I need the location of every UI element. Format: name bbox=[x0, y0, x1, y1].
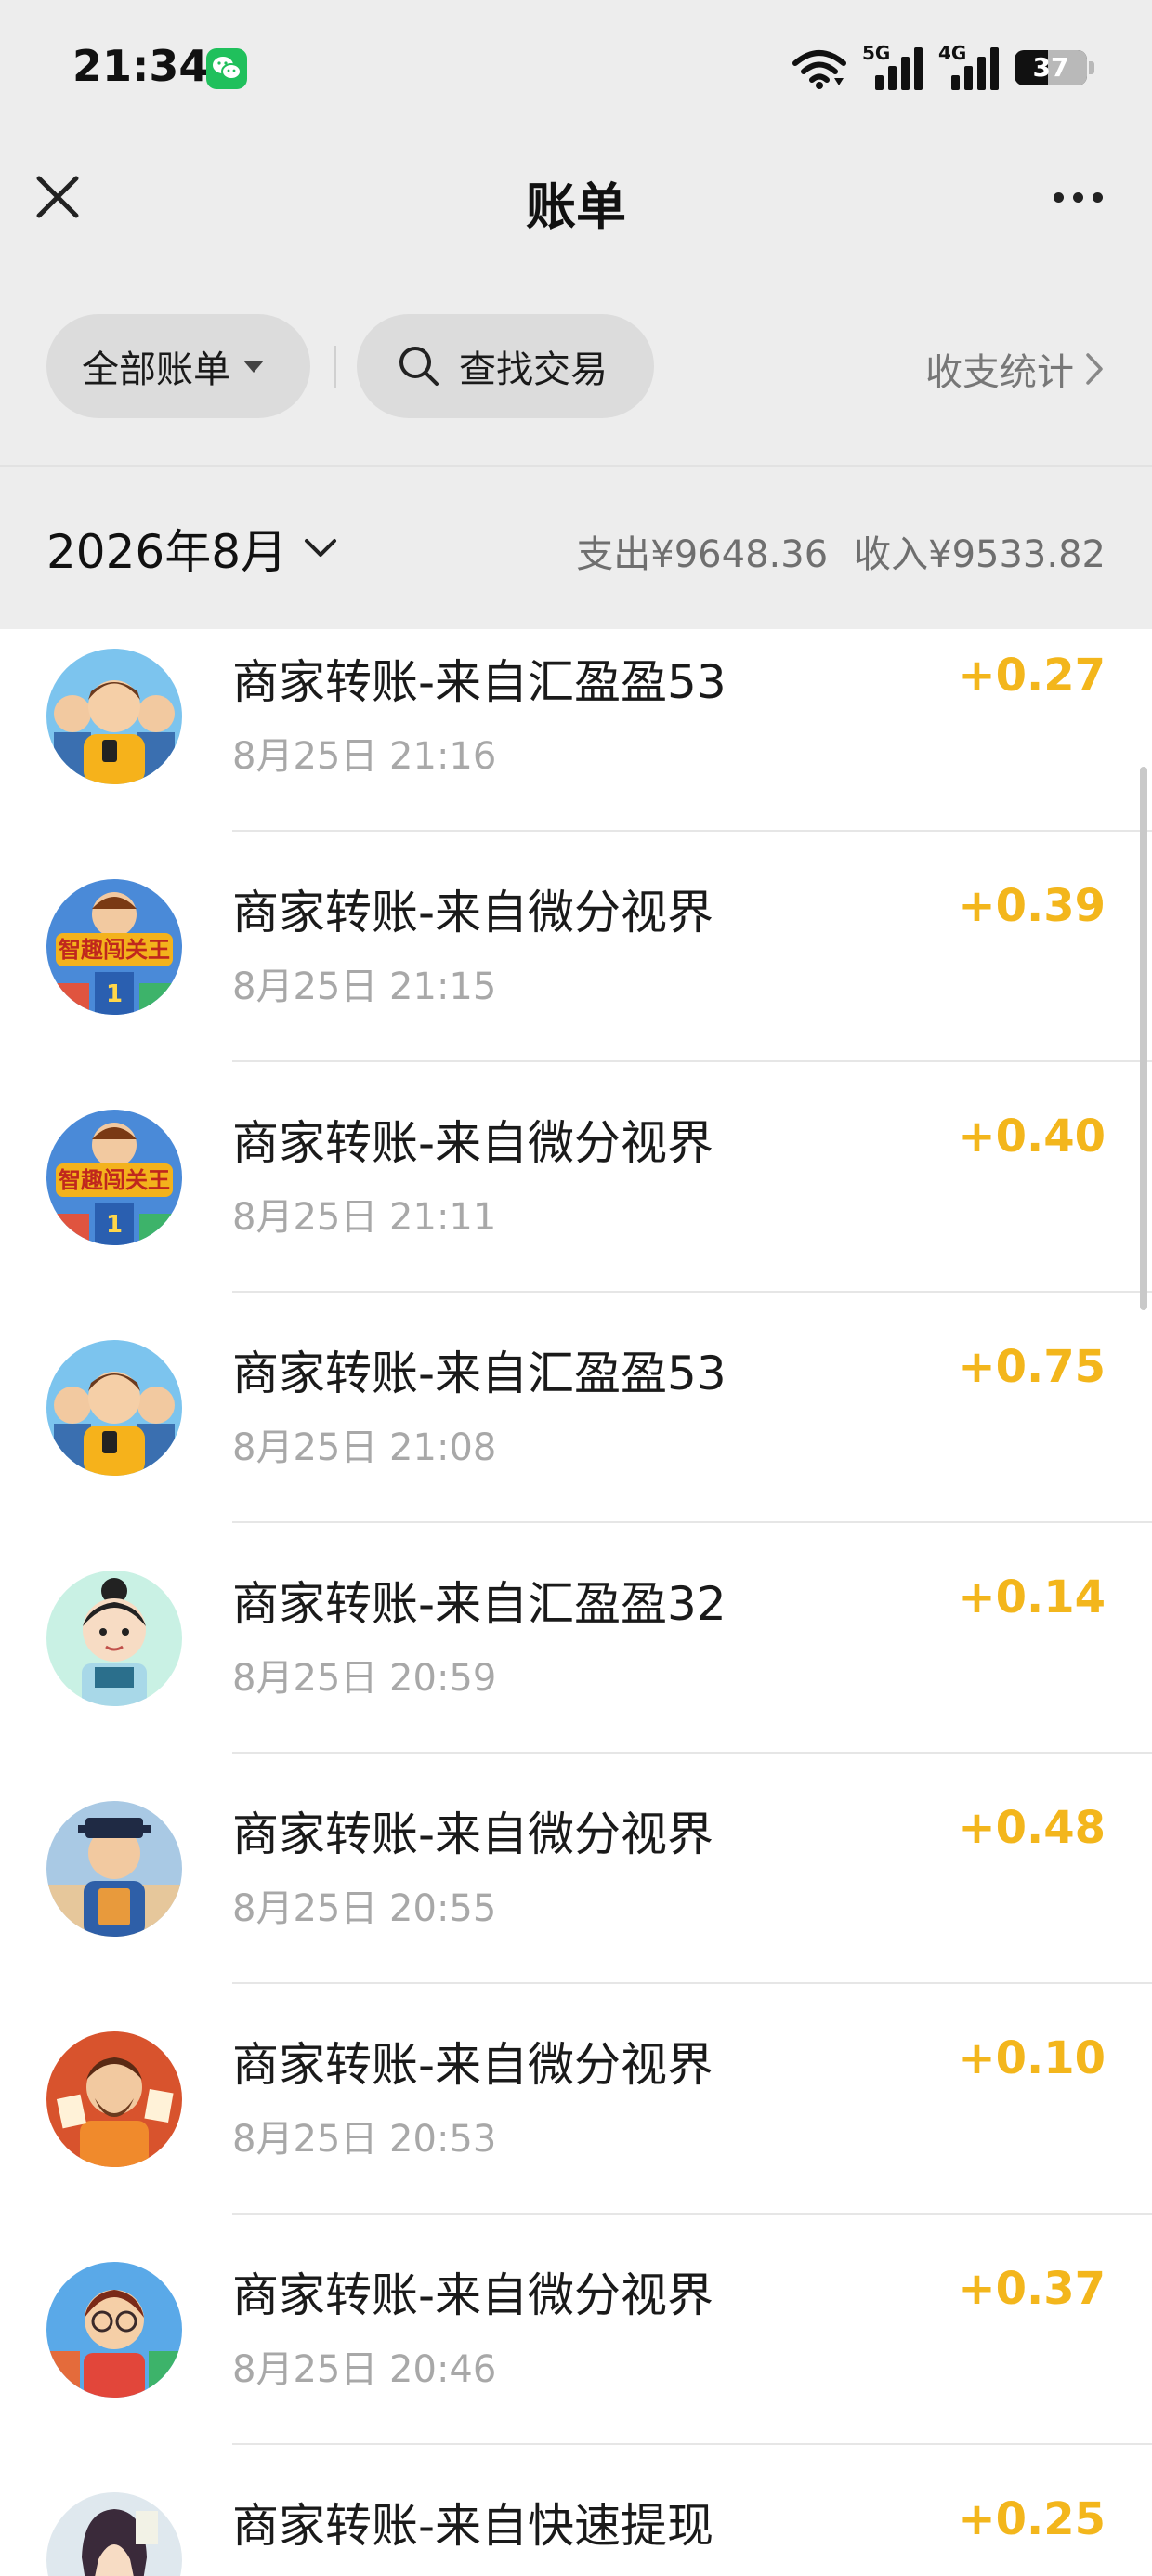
transaction-time: 8月25日 20:59 bbox=[232, 1657, 497, 1700]
transaction-time: 8月25日 20:46 bbox=[232, 2348, 497, 2391]
battery-icon: 37 bbox=[1015, 50, 1094, 85]
avatar-quiz-king: 智趣闯关王 1 bbox=[46, 1110, 182, 1245]
transaction-title: 商家转账-来自微分视界 bbox=[232, 2268, 714, 2322]
avatar-girl-glasses bbox=[46, 2262, 182, 2398]
search-transactions-button[interactable]: 查找交易 bbox=[357, 314, 654, 418]
transaction-amount: +0.48 bbox=[958, 1802, 1106, 1854]
status-bar: 21:34 5G 4G 37 bbox=[0, 0, 1152, 139]
month-totals: 支出¥9648.36 收入¥9533.82 bbox=[576, 524, 1106, 578]
chevron-down-icon bbox=[305, 539, 337, 557]
status-time: 21:34 bbox=[72, 41, 209, 91]
transaction-amount: +0.14 bbox=[958, 1571, 1106, 1623]
transaction-list[interactable]: 商家转账-来自汇盈盈53 8月25日 21:16 +0.27 智趣闯关王 1 商家… bbox=[0, 629, 1152, 2576]
avatar-lady-ancient bbox=[46, 2492, 182, 2576]
transaction-time: 8月25日 21:15 bbox=[232, 966, 497, 1008]
transaction-time: 8月25日 21:11 bbox=[232, 1196, 497, 1239]
transaction-title: 商家转账-来自微分视界 bbox=[232, 1116, 714, 1170]
caret-down-icon bbox=[243, 360, 264, 373]
transaction-amount: +0.37 bbox=[958, 2263, 1106, 2315]
month-label: 2026年8月 bbox=[46, 525, 288, 579]
more-button[interactable] bbox=[1041, 167, 1115, 227]
transaction-title: 商家转账-来自微分视界 bbox=[232, 2038, 714, 2092]
avatar-boys-phones bbox=[46, 649, 182, 784]
transaction-title: 商家转账-来自汇盈盈53 bbox=[232, 655, 727, 709]
transaction-time: 8月25日 21:08 bbox=[232, 1426, 497, 1469]
transaction-row[interactable]: 商家转账-来自微分视界 8月25日 20:55 +0.48 bbox=[0, 1754, 1152, 1984]
signal-4g-icon: 4G bbox=[938, 42, 1000, 90]
svg-text:智趣闯关王: 智趣闯关王 bbox=[59, 937, 170, 963]
transaction-title: 商家转账-来自快速提现 bbox=[232, 2499, 714, 2553]
month-summary-row: 2026年8月 支出¥9648.36 收入¥9533.82 bbox=[0, 465, 1152, 629]
svg-text:1: 1 bbox=[106, 1211, 123, 1239]
filter-row: 全部账单 查找交易 收支统计 bbox=[0, 260, 1152, 465]
transaction-title: 商家转账-来自汇盈盈53 bbox=[232, 1347, 727, 1400]
transaction-time: 8月25日 21:16 bbox=[232, 735, 497, 778]
scrollbar[interactable] bbox=[1140, 767, 1147, 1310]
transaction-row[interactable]: 商家转账-来自汇盈盈53 8月25日 21:16 +0.27 bbox=[0, 629, 1152, 832]
avatar-old-man-red bbox=[46, 2031, 182, 2167]
stats-label: 收支统计 bbox=[925, 351, 1074, 394]
transaction-amount: +0.25 bbox=[958, 2493, 1106, 2545]
nav-bar: 账单 bbox=[0, 139, 1152, 260]
transaction-title: 商家转账-来自汇盈盈32 bbox=[232, 1577, 727, 1631]
transaction-time: 8月25日 20:53 bbox=[232, 2118, 497, 2161]
all-bills-filter[interactable]: 全部账单 bbox=[46, 314, 310, 418]
transaction-row[interactable]: 商家转账-来自汇盈盈53 8月25日 21:08 +0.75 bbox=[0, 1293, 1152, 1523]
transaction-amount: +0.39 bbox=[958, 880, 1106, 932]
signal-5g-icon: 5G bbox=[862, 42, 923, 90]
search-icon bbox=[399, 347, 439, 386]
wechat-icon bbox=[206, 48, 247, 89]
divider bbox=[334, 346, 336, 388]
transaction-amount: +0.40 bbox=[958, 1111, 1106, 1163]
transaction-time: 8月25日 20:55 bbox=[232, 1887, 497, 1930]
transaction-time: 8月25日 20:41 bbox=[232, 2569, 496, 2576]
avatar-scholar bbox=[46, 1801, 182, 1937]
wifi-icon bbox=[792, 50, 846, 89]
avatar-girl-reading bbox=[46, 1571, 182, 1706]
transaction-row[interactable]: 商家转账-来自微分视界 8月25日 20:53 +0.10 bbox=[0, 1984, 1152, 2215]
income-total: 收入¥9533.82 bbox=[854, 533, 1106, 576]
status-icons: 5G 4G 37 bbox=[792, 42, 1094, 93]
search-label: 查找交易 bbox=[459, 348, 608, 391]
avatar-boys-phones bbox=[46, 1340, 182, 1476]
transaction-row[interactable]: 商家转账-来自汇盈盈32 8月25日 20:59 +0.14 bbox=[0, 1523, 1152, 1754]
page-title: 账单 bbox=[526, 177, 626, 236]
avatar-quiz-king: 智趣闯关王 1 bbox=[46, 879, 182, 1015]
stats-link[interactable]: 收支统计 bbox=[925, 342, 1104, 396]
month-picker[interactable]: 2026年8月 bbox=[46, 515, 337, 582]
chevron-right-icon bbox=[1086, 353, 1103, 385]
transaction-row[interactable]: 智趣闯关王 1 商家转账-来自微分视界 8月25日 21:11 +0.40 bbox=[0, 1062, 1152, 1293]
transaction-amount: +0.27 bbox=[958, 650, 1106, 702]
expense-total: 支出¥9648.36 bbox=[576, 533, 829, 576]
all-bills-label: 全部账单 bbox=[82, 348, 230, 391]
transaction-title: 商家转账-来自微分视界 bbox=[232, 1807, 714, 1861]
transaction-row[interactable]: 商家转账-来自快速提现 8月25日 20:41 +0.25 bbox=[0, 2445, 1152, 2576]
transaction-row[interactable]: 商家转账-来自微分视界 8月25日 20:46 +0.37 bbox=[0, 2215, 1152, 2445]
transaction-amount: +0.10 bbox=[958, 2032, 1106, 2084]
svg-text:1: 1 bbox=[106, 980, 123, 1008]
transaction-amount: +0.75 bbox=[958, 1341, 1106, 1393]
transaction-title: 商家转账-来自微分视界 bbox=[232, 886, 714, 940]
transaction-row[interactable]: 智趣闯关王 1 商家转账-来自微分视界 8月25日 21:15 +0.39 bbox=[0, 832, 1152, 1062]
more-dots-icon bbox=[1053, 191, 1064, 203]
svg-text:智趣闯关王: 智趣闯关王 bbox=[59, 1167, 170, 1193]
